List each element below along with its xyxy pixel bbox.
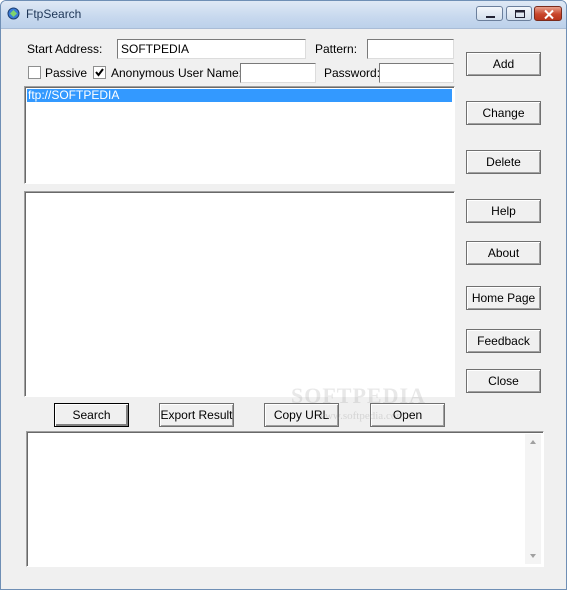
anonymous-checkbox[interactable] — [93, 66, 106, 79]
window-title: FtpSearch — [26, 7, 82, 21]
anonymous-label: Anonymous — [111, 66, 175, 80]
close-button[interactable]: Close — [466, 369, 541, 393]
export-result-button[interactable]: Export Result — [159, 403, 234, 427]
vertical-scrollbar[interactable] — [525, 434, 541, 564]
minimize-icon — [486, 16, 495, 18]
feedback-button[interactable]: Feedback — [466, 329, 541, 353]
delete-button[interactable]: Delete — [466, 150, 541, 174]
checkmark-icon — [95, 68, 104, 77]
pattern-input[interactable] — [367, 39, 454, 59]
list-item-selected[interactable]: ftp://SOFTPEDIA — [27, 89, 452, 102]
minimize-button[interactable] — [476, 6, 503, 21]
passive-checkbox[interactable] — [28, 66, 41, 79]
passive-label: Passive — [45, 66, 88, 80]
scroll-up-arrow-icon[interactable] — [525, 434, 541, 450]
pattern-label: Pattern: — [315, 42, 358, 56]
help-button[interactable]: Help — [466, 199, 541, 223]
start-address-label: Start Address: — [27, 42, 103, 56]
copy-url-button[interactable]: Copy URL — [264, 403, 339, 427]
open-button[interactable]: Open — [370, 403, 445, 427]
start-address-input[interactable] — [117, 39, 306, 59]
close-icon — [544, 9, 554, 20]
results-panel[interactable] — [24, 191, 455, 397]
ftpsearch-app-icon — [7, 7, 20, 20]
maximize-button[interactable] — [506, 6, 532, 21]
change-button[interactable]: Change — [466, 101, 541, 125]
app-window: FtpSearch Start Address: Pattern: Passiv… — [0, 0, 567, 590]
username-label: User Name: — [178, 66, 243, 80]
address-list[interactable]: ftp://SOFTPEDIA — [24, 86, 455, 184]
add-button[interactable]: Add — [466, 52, 541, 76]
scroll-down-arrow-icon[interactable] — [525, 548, 541, 564]
title-bar[interactable]: FtpSearch — [1, 1, 566, 29]
password-label: Password: — [324, 66, 381, 80]
username-input[interactable] — [240, 63, 316, 83]
dialog-body: Start Address: Pattern: Passive Anonymou… — [1, 29, 566, 589]
about-button[interactable]: About — [466, 241, 541, 265]
home-page-button[interactable]: Home Page — [466, 286, 541, 310]
search-button[interactable]: Search — [54, 403, 129, 427]
password-input[interactable] — [379, 63, 454, 83]
maximize-icon — [515, 10, 525, 18]
log-textarea[interactable] — [26, 431, 544, 567]
close-window-button[interactable] — [534, 6, 562, 21]
